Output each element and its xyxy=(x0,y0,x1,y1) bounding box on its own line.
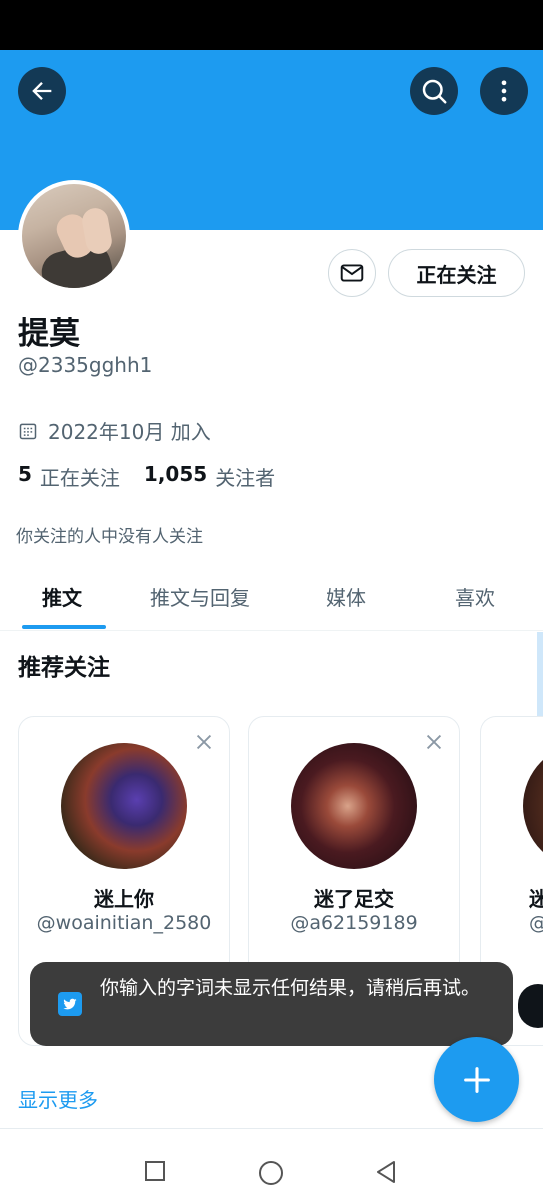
display-name: 提莫 xyxy=(18,316,80,352)
toast-message: 你输入的字词未显示任何结果，请稍后再试。 xyxy=(100,977,481,999)
profile-tabs: 推文 推文与回复 媒体 喜欢 xyxy=(0,568,543,631)
avatar-image xyxy=(22,184,126,288)
triangle-back-icon[interactable] xyxy=(374,1160,398,1184)
recommended-name: 迷 xyxy=(481,883,543,912)
mail-icon xyxy=(340,264,364,282)
mutual-followers-note: 你关注的人中没有人关注 xyxy=(16,527,203,547)
join-date: 2022年10月 加入 xyxy=(18,416,211,445)
recommendations-title: 推荐关注 xyxy=(18,655,110,681)
circle-icon[interactable] xyxy=(258,1160,284,1186)
avatar xyxy=(291,743,417,869)
twitter-icon xyxy=(58,992,82,1016)
message-button[interactable] xyxy=(328,249,376,297)
more-vertical-icon xyxy=(501,80,507,102)
square-icon[interactable] xyxy=(144,1160,166,1182)
join-date-text: 2022年10月 加入 xyxy=(48,420,211,444)
error-toast: 你输入的字词未显示任何结果，请稍后再试。 xyxy=(30,962,513,1046)
follow-stats: 5 正在关注 1,055 关注者 xyxy=(18,462,299,491)
following-stat[interactable]: 5 正在关注 xyxy=(18,462,120,491)
back-button[interactable] xyxy=(18,67,66,115)
user-handle: @2335gghh1 xyxy=(18,353,153,377)
close-icon[interactable] xyxy=(423,731,445,753)
tab-tweets-replies[interactable]: 推文与回复 xyxy=(150,582,250,611)
tab-likes[interactable]: 喜欢 xyxy=(455,582,495,611)
recommended-handle: @ xyxy=(481,912,543,934)
show-more-link[interactable]: 显示更多 xyxy=(18,1084,98,1113)
more-options-button[interactable] xyxy=(480,67,528,115)
status-bar xyxy=(0,0,543,50)
followers-label: 关注者 xyxy=(215,466,276,490)
tab-tweets[interactable]: 推文 xyxy=(42,582,82,611)
recommended-handle: @a62159189 xyxy=(290,912,418,934)
calendar-icon xyxy=(19,423,37,439)
tab-media[interactable]: 媒体 xyxy=(326,582,366,611)
profile-avatar[interactable] xyxy=(18,180,130,292)
recommended-handle: @woainitian_2580 xyxy=(36,912,212,934)
followers-stat[interactable]: 1,055 关注者 xyxy=(144,462,275,491)
following-button[interactable]: 正在关注 xyxy=(388,249,525,297)
close-icon[interactable] xyxy=(193,731,215,753)
active-tab-indicator xyxy=(22,625,106,629)
plus-icon xyxy=(463,1066,490,1093)
following-count: 5 xyxy=(18,462,32,486)
followers-count: 1,055 xyxy=(143,462,208,486)
search-button[interactable] xyxy=(410,67,458,115)
system-nav-bar xyxy=(0,1130,543,1200)
following-label: 正在关注 xyxy=(39,466,120,490)
divider xyxy=(0,1128,543,1129)
arrow-left-icon xyxy=(32,82,52,100)
recommended-name: 迷上你 xyxy=(94,887,154,911)
search-icon xyxy=(422,79,447,104)
avatar xyxy=(61,743,187,869)
recommended-name: 迷了足交 xyxy=(314,887,394,911)
avatar xyxy=(523,743,543,869)
compose-tweet-button[interactable] xyxy=(434,1037,519,1122)
